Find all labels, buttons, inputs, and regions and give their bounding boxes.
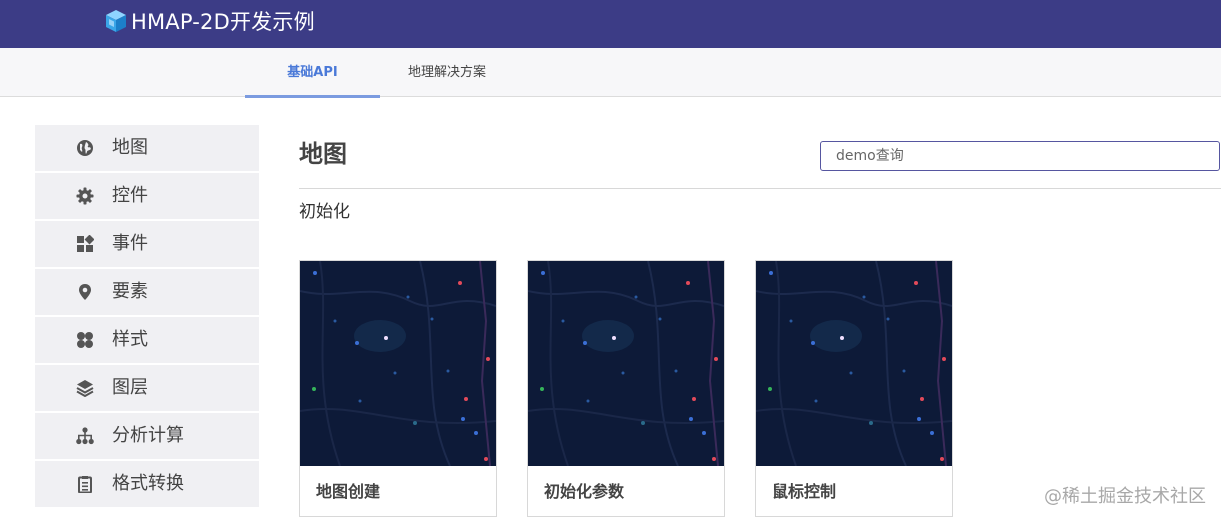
watermark: @稀土掘金技术社区	[1044, 486, 1206, 507]
map-pin-icon	[79, 284, 91, 300]
four-circles-icon	[77, 332, 93, 348]
layers-icon	[76, 380, 94, 397]
gear-icon	[76, 187, 94, 205]
demo-card-mouse-control[interactable]: 鼠标控制	[755, 260, 953, 517]
demo-card-map-create[interactable]: 地图创建	[299, 260, 497, 517]
sidebar-item-styles[interactable]: 样式	[35, 317, 259, 363]
tab-basic-api[interactable]: 基础API	[245, 48, 380, 98]
title-divider	[299, 188, 1221, 189]
search-input[interactable]	[820, 141, 1220, 171]
sidebar-item-label: 控件	[112, 185, 148, 206]
sidebar-item-layers[interactable]: 图层	[35, 365, 259, 411]
card-caption: 地图创建	[316, 482, 381, 501]
card-caption: 鼠标控制	[772, 482, 837, 501]
map-thumbnail	[528, 261, 724, 466]
sidebar-item-label: 要素	[112, 281, 148, 302]
tab-geo-solutions[interactable]: 地理解决方案	[382, 48, 512, 97]
section-title: 初始化	[299, 202, 350, 222]
sidebar-item-features[interactable]: 要素	[35, 269, 259, 315]
sidebar-item-label: 图层	[112, 377, 148, 398]
sidebar-item-analysis[interactable]: 分析计算	[35, 413, 259, 459]
sidebar-item-label: 事件	[112, 233, 148, 254]
clipboard-icon	[78, 476, 92, 493]
globe-icon	[77, 140, 93, 156]
widgets-icon	[77, 235, 94, 252]
app-title: HMAP-2D开发示例	[131, 10, 315, 34]
page-title: 地图	[299, 140, 347, 168]
sidebar-item-label: 样式	[112, 329, 148, 350]
tab-bar: 基础API 地理解决方案	[0, 48, 1221, 98]
demo-card-init-params[interactable]: 初始化参数	[527, 260, 725, 517]
sidebar: 地图 控件 事件 要素 样式 图层 分析计算 格式转换	[35, 125, 259, 509]
sidebar-item-events[interactable]: 事件	[35, 221, 259, 267]
sidebar-item-format-convert[interactable]: 格式转换	[35, 461, 259, 507]
cube-logo-icon	[106, 10, 126, 32]
hierarchy-icon	[76, 427, 94, 445]
app-header: HMAP-2D开发示例	[0, 0, 1221, 48]
sidebar-item-label: 地图	[112, 137, 148, 158]
sidebar-item-controls[interactable]: 控件	[35, 173, 259, 219]
map-thumbnail	[756, 261, 952, 466]
card-caption: 初始化参数	[544, 482, 625, 501]
map-thumbnail	[300, 261, 496, 466]
sidebar-item-label: 格式转换	[112, 473, 184, 494]
sidebar-item-label: 分析计算	[112, 425, 184, 446]
sidebar-item-map[interactable]: 地图	[35, 125, 259, 171]
